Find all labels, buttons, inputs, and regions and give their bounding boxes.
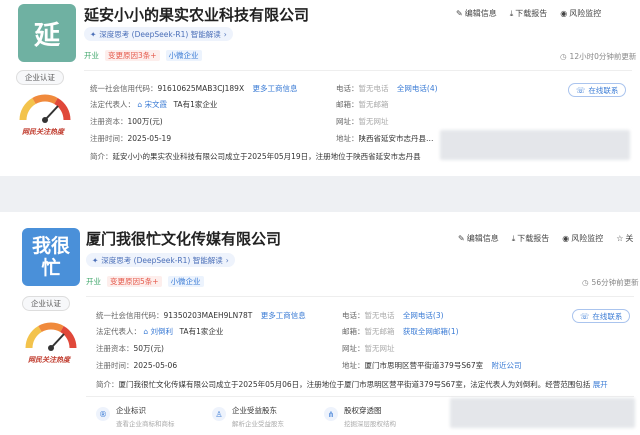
website-row: 网址：暂无网址 — [336, 117, 389, 126]
company-card-2: 我很忙 厦门我很忙文化传媒有限公司 ✎ 编辑信息 ⤓ 下载报告 ◉ 风险监控 ☆ 关 ✦… — [0, 212, 640, 435]
headset-icon: ☏ — [580, 311, 590, 321]
tag-row: 开业 变更原因5条+ 小微企业 — [86, 276, 204, 287]
ai-icon: ✦ — [92, 255, 99, 265]
credit-code-value: 91610625MAB3CJ189X — [157, 84, 245, 93]
credit-code-row: 统一社会信用代码：91610625MAB3CJ189X 更多工商信息 — [90, 84, 298, 93]
status-tag: 开业 — [86, 277, 101, 286]
nearby-companies-link[interactable]: 附近公司 — [492, 361, 522, 370]
update-time: ◷ 56分钟前更新 — [582, 278, 639, 287]
edit-info-button[interactable]: ✎ 编辑信息 — [456, 8, 497, 19]
address-row: 地址：陕西省延安市志丹县… — [336, 134, 434, 143]
company-name[interactable]: 厦门我很忙文化传媒有限公司 — [86, 228, 281, 249]
edit-info-button[interactable]: ✎ 编辑信息 — [458, 233, 499, 244]
phone-row: 电话：暂无电话 全网电话(4) — [336, 84, 438, 93]
eye-icon: ◉ — [562, 234, 570, 243]
divider — [86, 296, 634, 297]
change-tag[interactable]: 变更原因3条+ — [105, 50, 160, 61]
legal-rep-link[interactable]: ⌂ 宋文霞 — [137, 100, 167, 109]
star-icon: ☆ — [616, 234, 624, 243]
person-icon: ⌂ — [143, 327, 149, 336]
divider — [84, 70, 632, 71]
heat-label: 网民关注热度 — [22, 128, 64, 136]
risk-monitor-button[interactable]: ◉ 风险监控 — [560, 8, 601, 19]
blurred-region — [450, 398, 635, 428]
clock-icon: ◷ — [560, 52, 567, 61]
feature-trademark[interactable]: 企业标识 查看企业商标和商标 — [116, 405, 175, 428]
download-report-button[interactable]: ⤓ 下载报告 — [512, 233, 550, 244]
legal-rep-link[interactable]: ⌂ 刘倒利 — [143, 327, 173, 336]
phone-row: 电话：暂无电话 全网电话(3) — [342, 311, 444, 320]
heat-label: 网民关注热度 — [28, 356, 70, 364]
more-business-info-link[interactable]: 更多工商信息 — [261, 311, 306, 320]
eye-icon: ◉ — [560, 9, 568, 18]
enterprise-cert-badge[interactable]: 企业认证 — [22, 296, 70, 311]
ai-analysis-button[interactable]: ✦ 深度思考 (DeepSeek-R1) 智能解读 › — [84, 27, 233, 41]
all-phones-link[interactable]: 全网电话(3) — [403, 311, 444, 320]
download-icon: ⤓ — [511, 233, 516, 243]
capital-row: 注册资本：50万(元) — [96, 344, 164, 353]
status-tag: 开业 — [84, 51, 99, 60]
email-row: 邮箱：暂无邮箱 — [336, 100, 389, 109]
scale-tag: 小微企业 — [165, 50, 202, 61]
action-bar: ✎ 编辑信息 ⤓ 下载报告 ◉ 风险监控 ☆ 关 — [458, 233, 633, 244]
legal-rep-row: 法定代表人： ⌂ 刘倒利 TA有1家企业 — [96, 327, 224, 336]
follow-button[interactable]: ☆ 关 — [616, 233, 633, 244]
credit-code-value: 91350203MAEH9LN78T — [163, 311, 253, 320]
download-report-button[interactable]: ⤓ 下载报告 — [510, 8, 548, 19]
heat-gauge-icon — [19, 94, 71, 123]
person-icon: ⌂ — [137, 100, 143, 109]
expand-intro-link[interactable]: 展开 — [593, 380, 608, 389]
intro-row: 简介：延安小小的果实农业科技有限公司成立于2025年05月19日，注册地位于陕西… — [90, 152, 421, 161]
ai-icon: ✦ — [90, 29, 97, 39]
reg-date-row: 注册时间：2025-05-19 — [90, 134, 172, 143]
risk-monitor-button[interactable]: ◉ 风险监控 — [562, 233, 603, 244]
divider — [86, 396, 634, 397]
company-logo: 延 — [18, 4, 76, 62]
more-business-info-link[interactable]: 更多工商信息 — [253, 84, 298, 93]
legal-rep-companies[interactable]: TA有1家企业 — [173, 100, 217, 109]
chevron-right-icon: › — [223, 29, 227, 39]
online-contact-button[interactable]: ☏ 在线联系 — [572, 309, 631, 323]
trademark-icon: ® — [96, 407, 110, 421]
feature-equity-chart[interactable]: 股权穿透图 挖掘深层股权结构 — [344, 405, 396, 428]
card-separator — [0, 176, 640, 212]
shareholder-icon: ♙ — [212, 407, 226, 421]
company-logo: 我很忙 — [22, 228, 80, 286]
legal-rep-companies[interactable]: TA有1家企业 — [179, 327, 223, 336]
blurred-region — [440, 130, 630, 160]
enterprise-cert-badge[interactable]: 企业认证 — [16, 70, 64, 85]
feature-beneficiary[interactable]: 企业受益股东 解析企业受益股东 — [232, 405, 284, 428]
email-row: 邮箱：暂无邮箱 获取全网邮箱(1) — [342, 327, 459, 336]
download-icon: ⤓ — [509, 8, 514, 18]
intro-row: 简介：厦门我很忙文化传媒有限公司成立于2025年05月06日，注册地位于厦门市思… — [96, 380, 608, 389]
chevron-right-icon: › — [225, 255, 229, 265]
clock-icon: ◷ — [582, 278, 589, 287]
all-phones-link[interactable]: 全网电话(4) — [397, 84, 438, 93]
equity-chart-icon: ⋔ — [324, 407, 338, 421]
company-name[interactable]: 延安小小的果实农业科技有限公司 — [84, 4, 309, 25]
credit-code-row: 统一社会信用代码：91350203MAEH9LN78T 更多工商信息 — [96, 311, 306, 320]
edit-icon: ✎ — [456, 9, 463, 18]
scale-tag: 小微企业 — [167, 276, 204, 287]
all-emails-link[interactable]: 获取全网邮箱(1) — [403, 327, 459, 336]
headset-icon: ☏ — [576, 85, 586, 95]
change-tag[interactable]: 变更原因5条+ — [107, 276, 162, 287]
address-row: 地址：厦门市思明区营平街道379号S67室 附近公司 — [342, 361, 522, 370]
edit-icon: ✎ — [458, 234, 465, 243]
online-contact-button[interactable]: ☏ 在线联系 — [568, 83, 627, 97]
website-row: 网址：暂无网址 — [342, 344, 395, 353]
action-bar: ✎ 编辑信息 ⤓ 下载报告 ◉ 风险监控 — [456, 8, 601, 19]
company-card-1: 延 延安小小的果实农业科技有限公司 ✎ 编辑信息 ⤓ 下载报告 ◉ 风险监控 ✦ 深度… — [0, 0, 640, 176]
capital-row: 注册资本：100万(元) — [90, 117, 163, 126]
tag-row: 开业 变更原因3条+ 小微企业 — [84, 50, 202, 61]
update-time: ◷ 12小时0分钟前更新 — [560, 52, 637, 61]
legal-rep-row: 法定代表人： ⌂ 宋文霞 TA有1家企业 — [90, 100, 218, 109]
ai-analysis-button[interactable]: ✦ 深度思考 (DeepSeek-R1) 智能解读 › — [86, 253, 235, 267]
heat-gauge-icon — [25, 322, 77, 351]
reg-date-row: 注册时间：2025-05-06 — [96, 361, 178, 370]
